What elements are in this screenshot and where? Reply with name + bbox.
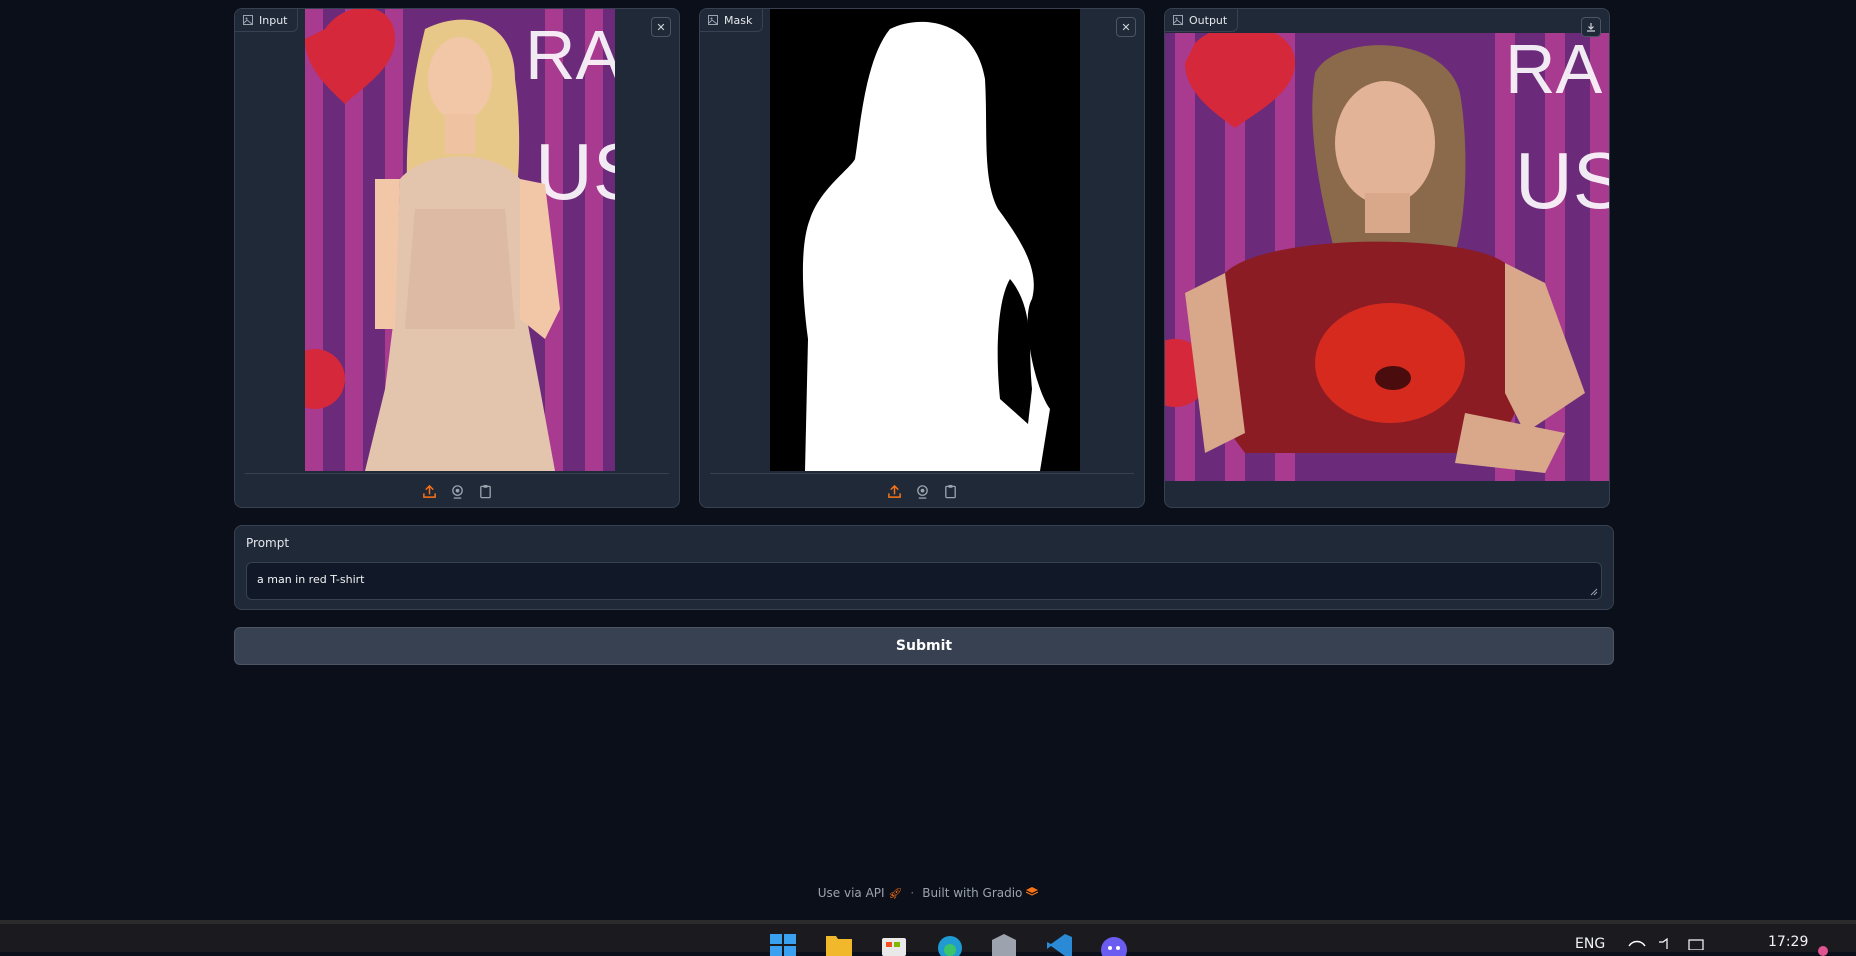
language-indicator[interactable]: ENG (1575, 936, 1605, 952)
input-label-text: Input (259, 13, 288, 27)
use-via-api-link[interactable]: Use via API 🚀︎ (818, 886, 903, 900)
api-link-label: Use via API (817, 886, 885, 900)
gradio-link-label: Built with Gradio (922, 886, 1023, 900)
mask-panel-label: Mask (700, 9, 764, 32)
mask-toolbar (710, 473, 1134, 507)
resize-handle-icon[interactable] (1590, 588, 1598, 596)
mask-label-text: Mask (724, 13, 753, 27)
input-photo: RA US (305, 9, 615, 471)
image-icon (708, 15, 718, 25)
footer: Use via API 🚀︎ · Built with Gradio (0, 886, 1856, 900)
prompt-value: a man in red T-shirt (257, 573, 365, 586)
submit-button[interactable]: Submit (234, 627, 1614, 665)
security-app-icon[interactable] (990, 932, 1018, 956)
gradio-logo-icon (1025, 887, 1039, 896)
prompt-section: Prompt a man in red T-shirt (234, 525, 1614, 610)
webcam-icon[interactable] (448, 482, 466, 500)
built-with-gradio-link[interactable]: Built with Gradio (922, 886, 1039, 900)
clear-mask-button[interactable]: ✕ (1116, 17, 1136, 37)
prompt-label: Prompt (246, 536, 290, 550)
vscode-icon[interactable] (1045, 932, 1073, 956)
upload-icon[interactable] (420, 482, 438, 500)
start-menu-icon[interactable] (769, 932, 797, 956)
mask-image-panel[interactable]: Mask ✕ (699, 8, 1145, 508)
notification-dot-icon[interactable] (1818, 946, 1828, 956)
svg-text:RA: RA (1505, 33, 1603, 108)
output-label-text: Output (1189, 13, 1228, 27)
mask-image-area[interactable] (700, 9, 1144, 471)
input-toolbar (245, 473, 669, 507)
prompt-textarea[interactable]: a man in red T-shirt (246, 562, 1602, 600)
edge-browser-icon[interactable] (936, 932, 964, 956)
mask-photo (770, 9, 1080, 471)
clock[interactable]: 17:29 (1768, 934, 1808, 950)
svg-text:RA: RA (525, 16, 615, 94)
output-panel-label: Output (1165, 9, 1239, 32)
image-icon (1173, 15, 1183, 25)
rocket-icon: 🚀︎ (888, 887, 903, 900)
input-image-panel[interactable]: Input ✕ RA US (234, 8, 680, 508)
upload-icon[interactable] (885, 482, 903, 500)
input-image-area[interactable]: RA US (235, 9, 679, 471)
clear-input-button[interactable]: ✕ (651, 17, 671, 37)
store-icon[interactable] (880, 932, 908, 956)
discord-icon[interactable] (1100, 932, 1128, 956)
output-image-panel: Output RA US (1164, 8, 1610, 508)
input-panel-label: Input (235, 9, 299, 32)
output-photo: RA US (1165, 33, 1610, 481)
download-button[interactable] (1581, 17, 1601, 37)
image-icon (243, 15, 253, 25)
svg-text:US: US (1515, 136, 1610, 225)
os-taskbar: ENG 17:29 (0, 920, 1856, 956)
webcam-icon[interactable] (913, 482, 931, 500)
clipboard-icon[interactable] (476, 482, 494, 500)
footer-separator: · (910, 886, 915, 900)
clipboard-icon[interactable] (941, 482, 959, 500)
file-explorer-icon[interactable] (825, 932, 853, 956)
download-icon (1587, 23, 1595, 32)
